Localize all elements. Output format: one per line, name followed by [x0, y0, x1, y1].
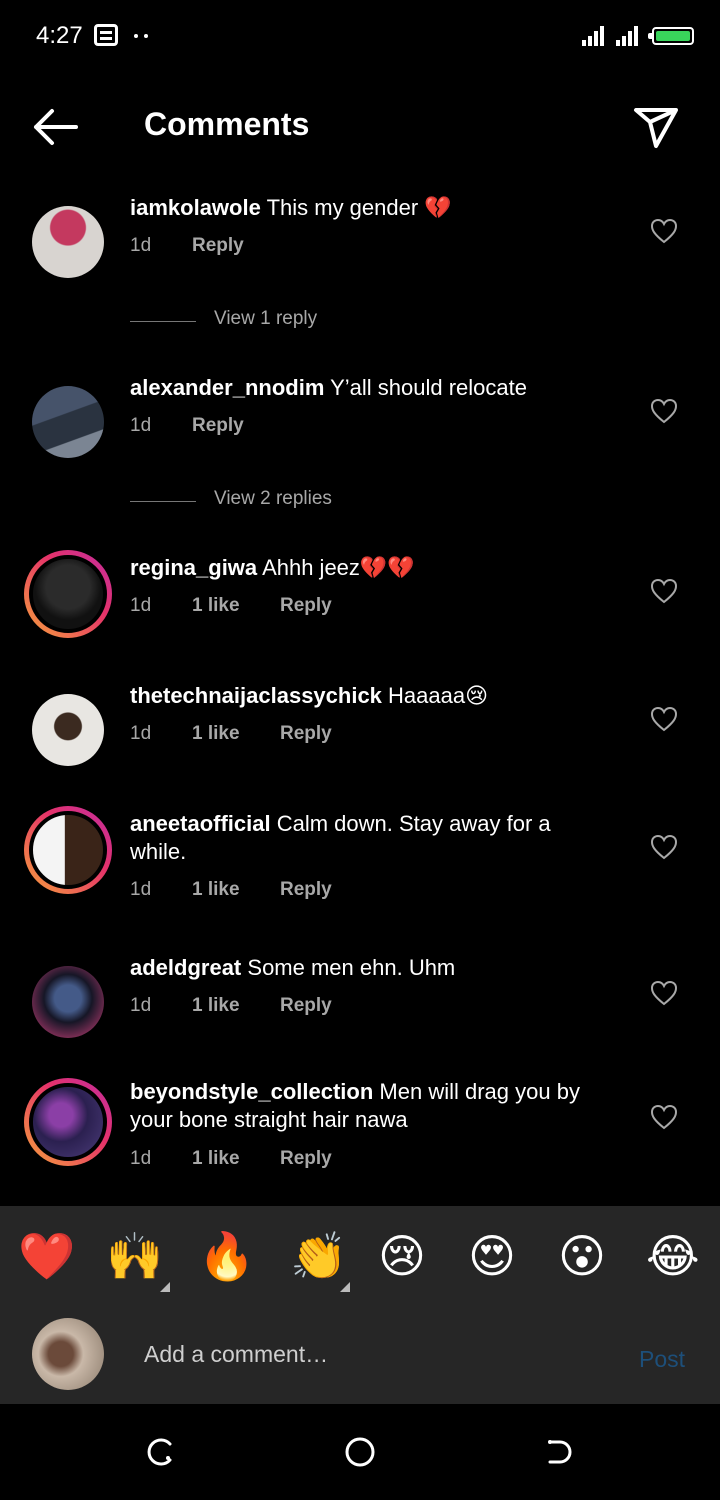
- like-count[interactable]: 1 like: [192, 879, 240, 901]
- paper-plane-icon: [634, 108, 678, 148]
- comment-text: Some men ehn. Uhm: [247, 955, 456, 980]
- reply-button[interactable]: Reply: [280, 879, 332, 901]
- like-count[interactable]: 1 like: [192, 1148, 240, 1170]
- more-notifications-icon: [132, 34, 152, 38]
- like-count[interactable]: 1 like: [192, 595, 240, 617]
- avatar[interactable]: [24, 198, 112, 286]
- emoji-raised-hands-button[interactable]: 🙌: [106, 1228, 163, 1284]
- recents-icon[interactable]: [142, 1434, 178, 1470]
- arrow-left-icon: [34, 109, 78, 145]
- back-icon[interactable]: [540, 1434, 576, 1470]
- comment-time: 1d: [130, 235, 152, 256]
- reply-button[interactable]: Reply: [280, 995, 332, 1017]
- comment-time: 1d: [130, 595, 152, 616]
- page-title: Comments: [144, 106, 310, 142]
- like-heart-icon[interactable]: [650, 578, 678, 604]
- comment-text: This my gender 💔: [266, 195, 452, 220]
- comment-username[interactable]: thetechnaijaclassychick: [130, 683, 382, 708]
- like-count[interactable]: 1 like: [192, 723, 240, 745]
- emoji-fire-button[interactable]: 🔥: [198, 1228, 255, 1284]
- comment-username[interactable]: alexander_nnodim: [130, 375, 324, 400]
- emoji-quick-bar: ❤️ 🙌 🔥 👏 😢 😍 😮 😂: [0, 1206, 720, 1306]
- comment-username[interactable]: iamkolawole: [130, 195, 261, 220]
- avatar[interactable]: [24, 958, 112, 1046]
- comment-time: 1d: [130, 723, 152, 744]
- emoji-surprised-button[interactable]: 😮: [558, 1228, 606, 1284]
- comment-username[interactable]: regina_giwa: [130, 555, 257, 580]
- comment-username[interactable]: aneetaofficial: [130, 811, 271, 836]
- like-heart-icon[interactable]: [650, 1104, 678, 1130]
- comment-text: Y’all should relocate: [330, 375, 528, 400]
- message-notification-icon: [94, 24, 118, 46]
- reply-button[interactable]: Reply: [192, 415, 244, 437]
- reply-button[interactable]: Reply: [280, 723, 332, 745]
- emoji-heart-button[interactable]: ❤️: [18, 1228, 75, 1284]
- comment-time: 1d: [130, 415, 152, 436]
- like-heart-icon[interactable]: [650, 218, 678, 244]
- like-heart-icon[interactable]: [650, 706, 678, 732]
- emoji-clap-button[interactable]: 👏: [290, 1228, 347, 1284]
- back-button[interactable]: [28, 102, 84, 152]
- comment-input[interactable]: [144, 1338, 604, 1370]
- comment-username[interactable]: beyondstyle_collection: [130, 1079, 373, 1104]
- like-count[interactable]: 1 like: [192, 995, 240, 1017]
- share-button[interactable]: [628, 102, 684, 152]
- status-time: 4:27: [36, 22, 83, 49]
- like-heart-icon[interactable]: [650, 980, 678, 1006]
- emoji-crying-button[interactable]: 😢: [378, 1228, 426, 1284]
- divider: [130, 501, 196, 502]
- reply-button[interactable]: Reply: [280, 1148, 332, 1170]
- post-button[interactable]: Post: [639, 1346, 685, 1373]
- comment-composer: Post: [0, 1306, 720, 1404]
- divider: [130, 321, 196, 322]
- reply-button[interactable]: Reply: [192, 235, 244, 257]
- avatar[interactable]: [24, 550, 112, 638]
- system-nav-bar: [0, 1404, 720, 1500]
- comment-text: Ahhh jeez💔💔: [262, 555, 415, 580]
- comment-username[interactable]: adeldgreat: [130, 955, 241, 980]
- emoji-heart-eyes-button[interactable]: 😍: [468, 1228, 516, 1284]
- avatar[interactable]: [24, 806, 112, 894]
- header: Comments: [0, 72, 720, 182]
- avatar: [32, 1318, 104, 1390]
- avatar[interactable]: [24, 686, 112, 774]
- comment-time: 1d: [130, 1148, 152, 1169]
- comment-time: 1d: [130, 995, 152, 1016]
- reply-button[interactable]: Reply: [280, 595, 332, 617]
- like-heart-icon[interactable]: [650, 398, 678, 424]
- emoji-laughing-button[interactable]: 😂: [646, 1228, 700, 1284]
- skin-tone-indicator-icon: [160, 1282, 170, 1292]
- comment-text: Haaaaa😢: [388, 683, 489, 708]
- signal-icon: [582, 24, 608, 46]
- signal-icon: [616, 24, 642, 46]
- avatar[interactable]: [24, 1078, 112, 1166]
- battery-icon: [648, 27, 694, 45]
- like-heart-icon[interactable]: [650, 834, 678, 860]
- avatar[interactable]: [24, 378, 112, 466]
- home-circle-icon[interactable]: [342, 1434, 378, 1470]
- comment-time: 1d: [130, 879, 152, 900]
- skin-tone-indicator-icon: [340, 1282, 350, 1292]
- status-bar: 4:27: [0, 0, 720, 72]
